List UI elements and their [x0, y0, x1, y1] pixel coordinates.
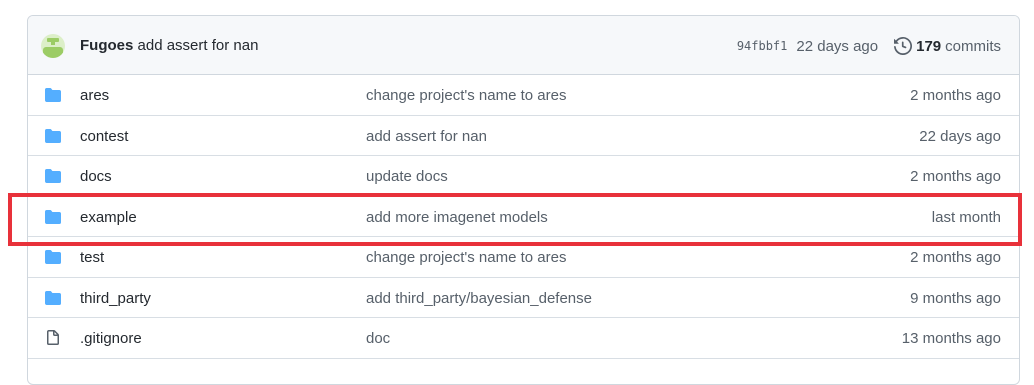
latest-commit-bar: Fugoes add assert for nan 94fbbf1 22 day…: [28, 16, 1019, 75]
file-browser: Fugoes add assert for nan 94fbbf1 22 day…: [27, 15, 1020, 385]
folder-icon: [44, 290, 62, 306]
file-row-contest[interactable]: contest add assert for nan 22 days ago: [28, 116, 1019, 156]
file-name[interactable]: contest: [80, 128, 128, 145]
file-list: ares change project's name to ares 2 mon…: [28, 75, 1019, 359]
file-name[interactable]: test: [80, 249, 104, 266]
file-commit-message[interactable]: update docs: [366, 168, 448, 185]
file-commit-age[interactable]: 9 months ago: [910, 290, 1001, 307]
file-row-test[interactable]: test change project's name to ares 2 mon…: [28, 237, 1019, 278]
file-row-gitignore[interactable]: .gitignore doc 13 months ago: [28, 318, 1019, 359]
commit-message[interactable]: add assert for nan: [138, 37, 259, 54]
file-commit-age[interactable]: last month: [932, 209, 1001, 226]
commit-sha[interactable]: 94fbbf1: [737, 39, 788, 53]
file-commit-message[interactable]: add assert for nan: [366, 128, 487, 145]
file-commit-message[interactable]: add more imagenet models: [366, 209, 548, 226]
commit-author[interactable]: Fugoes: [80, 37, 133, 54]
commits-label[interactable]: commits: [945, 38, 1001, 55]
folder-icon: [44, 168, 62, 184]
file-commit-message[interactable]: add third_party/bayesian_defense: [366, 290, 592, 307]
folder-icon: [44, 249, 62, 265]
file-commit-age[interactable]: 2 months ago: [910, 249, 1001, 266]
folder-icon: [44, 209, 62, 225]
file-commit-message[interactable]: change project's name to ares: [366, 87, 566, 104]
commits-count[interactable]: 179: [916, 38, 941, 55]
file-name[interactable]: ares: [80, 87, 109, 104]
avatar[interactable]: [41, 34, 65, 58]
file-commit-age[interactable]: 13 months ago: [902, 330, 1001, 347]
commit-summary: Fugoes add assert for nan: [80, 37, 258, 54]
file-name[interactable]: example: [80, 209, 137, 226]
commit-meta: 94fbbf1 22 days ago 179 commits: [737, 37, 1001, 55]
file-row-ares[interactable]: ares change project's name to ares 2 mon…: [28, 75, 1019, 116]
file-name[interactable]: third_party: [80, 290, 151, 307]
file-commit-message[interactable]: change project's name to ares: [366, 249, 566, 266]
history-icon[interactable]: [894, 37, 913, 55]
file-commit-age[interactable]: 2 months ago: [910, 87, 1001, 104]
file-commit-message[interactable]: doc: [366, 330, 390, 347]
file-name[interactable]: .gitignore: [80, 330, 142, 347]
file-row-third-party[interactable]: third_party add third_party/bayesian_def…: [28, 278, 1019, 318]
folder-icon: [44, 87, 62, 103]
file-commit-age[interactable]: 22 days ago: [919, 128, 1001, 145]
file-row-example[interactable]: example add more imagenet models last mo…: [28, 197, 1019, 237]
file-name[interactable]: docs: [80, 168, 112, 185]
file-commit-age[interactable]: 2 months ago: [910, 168, 1001, 185]
file-row-docs[interactable]: docs update docs 2 months ago: [28, 156, 1019, 197]
file-icon: [44, 330, 62, 346]
folder-icon: [44, 128, 62, 144]
commit-time[interactable]: 22 days ago: [796, 38, 878, 55]
